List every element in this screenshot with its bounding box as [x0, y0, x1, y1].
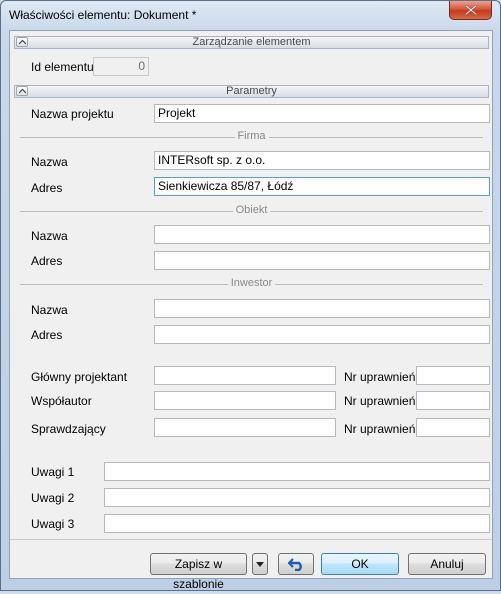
- chevron-up-icon[interactable]: [16, 37, 28, 47]
- window-title: Właściwości elementu: Dokument *: [9, 8, 197, 22]
- permission-number-label: Nr uprawnień: [344, 422, 416, 436]
- permission-number-label: Nr uprawnień: [344, 394, 416, 408]
- obiekt-name-label: Nazwa: [31, 229, 68, 243]
- note-3-input[interactable]: [104, 514, 490, 533]
- obiekt-name-input[interactable]: [154, 225, 490, 244]
- undo-button[interactable]: [278, 553, 314, 575]
- note-3-label: Uwagi 3: [31, 517, 75, 531]
- save-template-dropdown[interactable]: [252, 553, 268, 575]
- coauthor-permission-input[interactable]: [416, 391, 490, 410]
- dialog-window: Właściwości elementu: Dokument * Zarządz…: [0, 0, 501, 591]
- inwestor-separator: Inwestor: [20, 277, 483, 289]
- section-title: Zarządzanie elementem: [192, 36, 311, 48]
- project-name-label: Nazwa projektu: [31, 107, 114, 121]
- chief-designer-label: Główny projektant: [31, 370, 128, 384]
- coauthor-label: Współautor: [31, 394, 92, 408]
- firma-address-label: Adres: [31, 181, 63, 195]
- title-bar[interactable]: Właściwości elementu: Dokument *: [1, 1, 500, 31]
- section-management-header[interactable]: Zarządzanie elementem: [14, 36, 489, 49]
- firma-header: Firma: [234, 130, 269, 142]
- triangle-down-icon: [256, 562, 264, 567]
- obiekt-header: Obiekt: [232, 204, 271, 216]
- permission-number-label: Nr uprawnień: [344, 370, 416, 384]
- firma-address-input[interactable]: Sienkiewicza 85/87, Łódź: [154, 177, 490, 196]
- note-1-input[interactable]: [104, 462, 490, 481]
- undo-arrow-icon: [288, 558, 302, 571]
- checker-permission-input[interactable]: [416, 418, 490, 437]
- note-1-label: Uwagi 1: [31, 465, 75, 479]
- section-title: Parametry: [226, 85, 277, 97]
- inwestor-name-label: Nazwa: [31, 303, 68, 317]
- chief-designer-permission-input[interactable]: [416, 366, 490, 385]
- note-2-label: Uwagi 2: [31, 491, 75, 505]
- inwestor-address-input[interactable]: [154, 325, 490, 344]
- inwestor-address-label: Adres: [31, 328, 63, 342]
- inwestor-header: Inwestor: [227, 277, 276, 289]
- firma-name-label: Nazwa: [31, 155, 68, 169]
- note-2-input[interactable]: [104, 488, 490, 507]
- element-id-field: 0: [93, 57, 149, 76]
- inwestor-name-input[interactable]: [154, 299, 490, 318]
- coauthor-input[interactable]: [154, 391, 336, 410]
- obiekt-separator: Obiekt: [20, 204, 483, 216]
- obiekt-address-input[interactable]: [154, 251, 490, 270]
- checker-label: Sprawdzający: [31, 422, 106, 436]
- section-params-header[interactable]: Parametry: [14, 85, 489, 98]
- close-icon: [465, 5, 477, 15]
- cancel-button[interactable]: Anuluj: [408, 553, 486, 575]
- checker-input[interactable]: [154, 418, 336, 437]
- dialog-body: Zarządzanie elementem Id elementu 0 Para…: [9, 30, 493, 591]
- footer-divider: [10, 539, 492, 540]
- ok-button[interactable]: OK: [321, 553, 399, 575]
- chief-designer-input[interactable]: [154, 366, 336, 385]
- chevron-up-icon[interactable]: [16, 86, 28, 96]
- close-button[interactable]: [449, 1, 492, 20]
- element-id-label: Id elementu: [31, 60, 94, 74]
- firma-separator: Firma: [20, 130, 483, 142]
- save-template-button[interactable]: Zapisz w szablonie: [150, 553, 247, 591]
- obiekt-address-label: Adres: [31, 254, 63, 268]
- firma-name-input[interactable]: INTERsoft sp. z o.o.: [154, 151, 490, 170]
- project-name-input[interactable]: Projekt: [154, 104, 490, 123]
